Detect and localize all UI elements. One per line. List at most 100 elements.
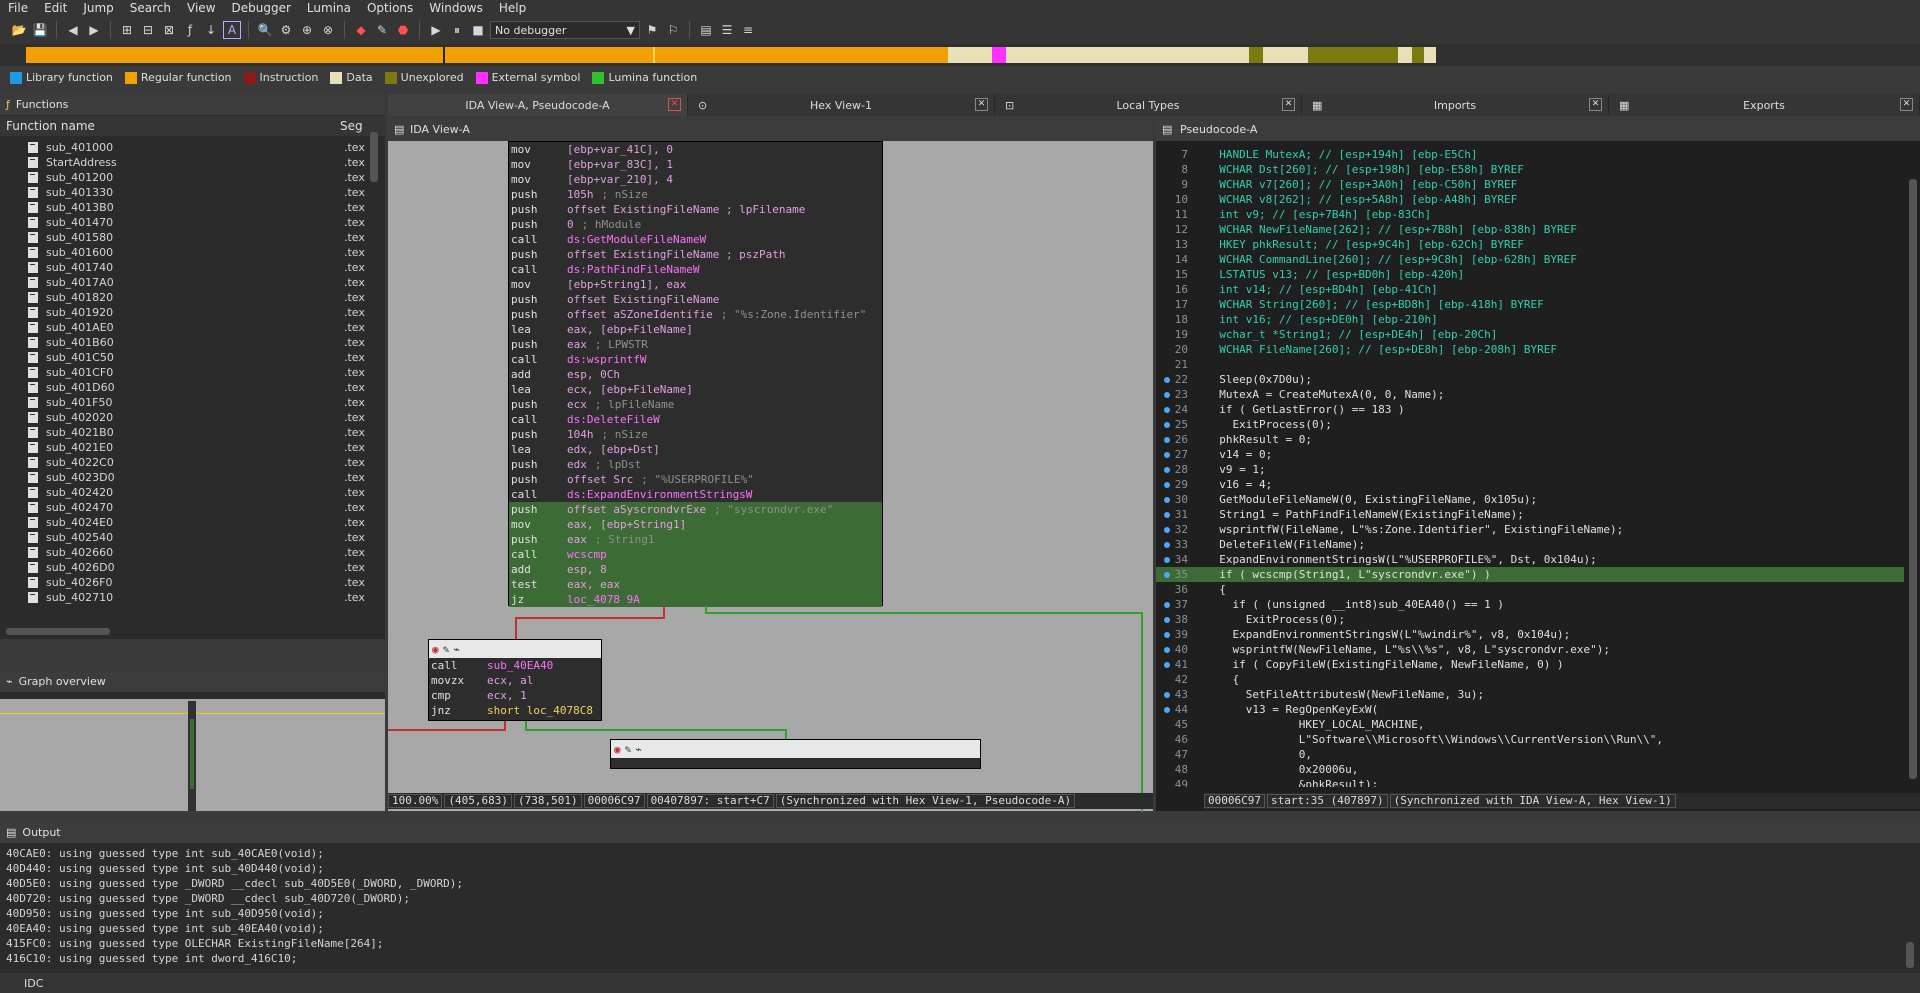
pseudocode-line[interactable]: 7 HANDLE MutexA; // [esp+194h] [ebp-E5Ch… — [1156, 147, 1904, 162]
function-row[interactable]: sub_401C50 .tex — [0, 350, 370, 365]
close-icon[interactable]: ✕ — [1900, 98, 1913, 111]
breakpoint-dot[interactable] — [1164, 512, 1170, 518]
breakpoint-dot[interactable] — [1164, 692, 1170, 698]
pseudocode-line[interactable]: 34 ExpandEnvironmentStringsW(L"%USERPROF… — [1156, 552, 1904, 567]
function-row[interactable]: sub_4024E0 .tex — [0, 515, 370, 530]
asm-line[interactable]: call ds:ExpandEnvironmentStringsW — [509, 487, 882, 502]
breakpoint-dot[interactable] — [1164, 527, 1170, 533]
function-row[interactable]: sub_401CF0 .tex — [0, 365, 370, 380]
functions-header[interactable]: Function name Seg — [0, 116, 385, 136]
pseudocode-line[interactable]: 31 String1 = PathFindFileNameW(ExistingF… — [1156, 507, 1904, 522]
pseudocode-line[interactable]: 11 int v9; // [esp+7B4h] [ebp-83Ch] — [1156, 207, 1904, 222]
asm-line[interactable]: push eax; LPWSTR — [509, 337, 882, 352]
tab-ida-view-pseudocode[interactable]: IDA View-A, Pseudocode-A ✕ — [388, 94, 688, 116]
function-row[interactable]: sub_401D60 .tex — [0, 380, 370, 395]
pseudocode-line[interactable]: 33 DeleteFileW(FileName); — [1156, 537, 1904, 552]
pseudocode-line[interactable]: 49 &phkResult); — [1156, 777, 1904, 787]
asm-line[interactable]: call wcscmp — [509, 547, 882, 562]
pseudocode-line[interactable]: 19 wchar_t *String1; // [esp+DE4h] [ebp-… — [1156, 327, 1904, 342]
menu-windows[interactable]: Windows — [421, 1, 491, 15]
menu-help[interactable]: Help — [491, 1, 534, 15]
search-text-icon[interactable]: 🔍 — [256, 21, 274, 39]
function-row[interactable]: sub_401820 .tex — [0, 290, 370, 305]
graph-icon[interactable]: ⌁ — [635, 742, 642, 757]
function-row[interactable]: sub_402660 .tex — [0, 545, 370, 560]
tab-imports[interactable]: ▦ Imports ✕ — [1302, 94, 1609, 116]
pseudocode-line[interactable]: 16 int v14; // [esp+BD4h] [ebp-41Ch] — [1156, 282, 1904, 297]
asm-line[interactable]: mov [ebp+String1], eax — [509, 277, 882, 292]
close-icon[interactable]: ✕ — [668, 98, 681, 111]
pseudocode-line[interactable]: 20 WCHAR FileName[260]; // [esp+DE8h] [e… — [1156, 342, 1904, 357]
pseudocode-line[interactable]: 23 MutexA = CreateMutexA(0, 0, Name); — [1156, 387, 1904, 402]
function-row[interactable]: sub_4023D0 .tex — [0, 470, 370, 485]
attach-icon[interactable]: ⚐ — [664, 21, 682, 39]
asm-line[interactable]: lea edx, [ebp+Dst] — [509, 442, 882, 457]
play-icon[interactable]: ▶ — [427, 21, 445, 39]
menu-debugger[interactable]: Debugger — [224, 1, 299, 15]
pseudocode-line[interactable]: 48 0x20006u, — [1156, 762, 1904, 777]
asm-line[interactable]: cmp ecx, 1 — [429, 688, 601, 703]
asm-line[interactable]: push edx; lpDst — [509, 457, 882, 472]
asm-line[interactable]: call ds:wsprintfW — [509, 352, 882, 367]
asm-line[interactable]: push offset ExistingFileName ; lpFilename — [509, 202, 882, 217]
function-row[interactable]: sub_401200 .tex — [0, 170, 370, 185]
tab-hex-view[interactable]: ⊙ Hex View-1 ✕ — [688, 94, 995, 116]
function-row[interactable]: sub_401F50 .tex — [0, 395, 370, 410]
breakpoint-dot[interactable] — [1164, 632, 1170, 638]
asm-line[interactable]: add esp, 0Ch — [509, 367, 882, 382]
tree-icon[interactable]: ≡ — [739, 21, 757, 39]
asm-line[interactable]: mov [ebp+var_83C], 1 — [509, 157, 882, 172]
basic-block-next[interactable]: ◉ ✎ ⌁ — [610, 739, 981, 769]
pause-icon[interactable]: ⏸ — [448, 21, 466, 39]
column-function-name[interactable]: Function name — [0, 119, 340, 133]
breakpoint-dot[interactable] — [1164, 407, 1170, 413]
pseudocode-line[interactable]: 9 WCHAR v7[260]; // [esp+3A0h] [ebp-C50h… — [1156, 177, 1904, 192]
column-segment[interactable]: Seg — [340, 119, 363, 133]
asm-line[interactable]: push 104h; nSize — [509, 427, 882, 442]
idc-label[interactable]: IDC — [24, 977, 43, 990]
function-icon[interactable]: ƒ — [181, 21, 199, 39]
breakpoint-dot[interactable] — [1164, 467, 1170, 473]
function-row[interactable]: sub_401920 .tex — [0, 305, 370, 320]
output-scrollbar[interactable] — [1906, 942, 1914, 968]
function-row[interactable]: sub_401600 .tex — [0, 245, 370, 260]
breakpoint-dot[interactable] — [1164, 617, 1170, 623]
breakpoint-dot[interactable] — [1164, 422, 1170, 428]
stop-debug-icon[interactable]: ■ — [469, 21, 487, 39]
color-icon[interactable]: ◉ — [432, 642, 439, 657]
search-hex-icon[interactable]: ⊕ — [298, 21, 316, 39]
function-row[interactable]: StartAddress .tex — [0, 155, 370, 170]
breakpoint-dot[interactable] — [1164, 542, 1170, 548]
function-row[interactable]: sub_402540 .tex — [0, 530, 370, 545]
close-icon[interactable]: ✕ — [975, 98, 988, 111]
asm-line[interactable]: push offset Src; "%USERPROFILE%" — [509, 472, 882, 487]
pseudocode-line[interactable]: 24 if ( GetLastError() == 183 ) — [1156, 402, 1904, 417]
breakpoint-dot[interactable] — [1164, 482, 1170, 488]
close-icon[interactable]: ✕ — [1282, 98, 1295, 111]
pseudocode-line[interactable]: 28 v9 = 1; — [1156, 462, 1904, 477]
menu-options[interactable]: Options — [359, 1, 421, 15]
functions-hscrollbar[interactable] — [6, 628, 110, 635]
function-row[interactable]: sub_402020 .tex — [0, 410, 370, 425]
jump-icon[interactable]: ↓ — [202, 21, 220, 39]
menu-jump[interactable]: Jump — [75, 1, 121, 15]
breakpoint-dot[interactable] — [1164, 497, 1170, 503]
breakpoint-dot[interactable] — [1164, 647, 1170, 653]
pseudocode-line[interactable]: 14 WCHAR CommandLine[260]; // [esp+9C8h]… — [1156, 252, 1904, 267]
rename-icon[interactable]: ✎ — [625, 742, 632, 757]
debugger-select[interactable]: No debugger ▼ — [490, 21, 640, 39]
pseudocode-scrollbar[interactable] — [1909, 179, 1917, 779]
function-row[interactable]: sub_401740 .tex — [0, 260, 370, 275]
list-icon[interactable]: ☰ — [718, 21, 736, 39]
asm-line[interactable]: call ds:PathFindFileNameW — [509, 262, 882, 277]
pseudocode-line[interactable]: 8 WCHAR Dst[260]; // [esp+198h] [ebp-E58… — [1156, 162, 1904, 177]
asm-line[interactable]: lea ecx, [ebp+FileName] — [509, 382, 882, 397]
basic-block-check[interactable]: ◉ ✎ ⌁ call sub_40EA40 movzx ecx, al cmp ecx, 1 jn… — [428, 639, 602, 721]
pseudocode-line[interactable]: 22 Sleep(0x7D0u); — [1156, 372, 1904, 387]
pseudocode-line[interactable]: 41 if ( CopyFileW(ExistingFileName, NewF… — [1156, 657, 1904, 672]
asm-line[interactable]: push ecx; lpFileName — [509, 397, 882, 412]
asm-line[interactable]: push offset ExistingFileName — [509, 292, 882, 307]
graph-icon[interactable]: ⌁ — [453, 642, 460, 657]
function-row[interactable]: sub_401AE0 .tex — [0, 320, 370, 335]
breakpoint-dot[interactable] — [1164, 452, 1170, 458]
